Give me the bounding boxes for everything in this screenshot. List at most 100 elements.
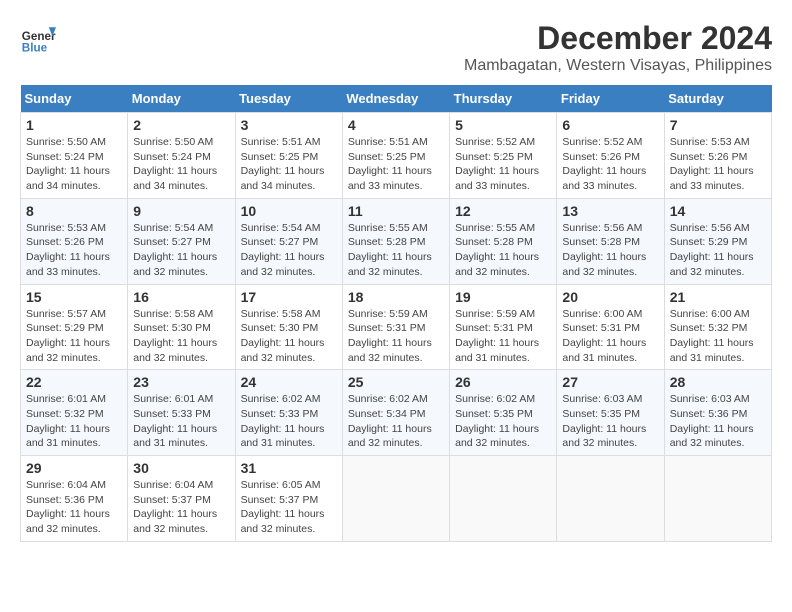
calendar-cell: 3Sunrise: 5:51 AM Sunset: 5:25 PM Daylig…	[235, 113, 342, 199]
calendar-cell	[557, 456, 664, 542]
day-info: Sunrise: 6:01 AM Sunset: 5:33 PM Dayligh…	[133, 392, 229, 451]
day-info: Sunrise: 5:56 AM Sunset: 5:29 PM Dayligh…	[670, 221, 766, 280]
day-info: Sunrise: 6:03 AM Sunset: 5:36 PM Dayligh…	[670, 392, 766, 451]
calendar-cell: 7 Sunrise: 5:53 AM Sunset: 5:26 PM Daylig…	[664, 113, 771, 199]
day-info: Sunrise: 5:59 AM Sunset: 5:31 PM Dayligh…	[455, 307, 551, 366]
day-info: Sunrise: 6:04 AM Sunset: 5:36 PM Dayligh…	[26, 478, 122, 537]
calendar-week-1: 1 Sunrise: 5:50 AM Sunset: 5:24 PM Daylig…	[21, 113, 772, 199]
page-header: General Blue December 2024 Mambagatan, W…	[20, 20, 772, 75]
calendar-cell: 25Sunrise: 6:02 AM Sunset: 5:34 PM Dayli…	[342, 370, 449, 456]
day-info: Sunrise: 5:59 AM Sunset: 5:31 PM Dayligh…	[348, 307, 444, 366]
day-info: Sunrise: 6:03 AM Sunset: 5:35 PM Dayligh…	[562, 392, 658, 451]
weekday-header-saturday: Saturday	[664, 85, 771, 113]
weekday-header-monday: Monday	[128, 85, 235, 113]
logo-icon: General Blue	[20, 20, 56, 56]
day-number: 28	[670, 374, 766, 390]
calendar-cell: 30 Sunrise: 6:04 AM Sunset: 5:37 PM Dayli…	[128, 456, 235, 542]
calendar-cell: 5 Sunrise: 5:52 AM Sunset: 5:25 PM Daylig…	[450, 113, 557, 199]
day-number: 7	[670, 117, 766, 133]
calendar-table: SundayMondayTuesdayWednesdayThursdayFrid…	[20, 85, 772, 542]
day-info: Sunrise: 5:54 AM Sunset: 5:27 PM Dayligh…	[241, 221, 337, 280]
day-info: Sunrise: 5:52 AM Sunset: 5:26 PM Dayligh…	[562, 135, 658, 194]
calendar-cell: 28 Sunrise: 6:03 AM Sunset: 5:36 PM Dayli…	[664, 370, 771, 456]
calendar-week-3: 15Sunrise: 5:57 AM Sunset: 5:29 PM Dayli…	[21, 284, 772, 370]
weekday-header-friday: Friday	[557, 85, 664, 113]
day-number: 31	[241, 460, 337, 476]
calendar-cell: 15Sunrise: 5:57 AM Sunset: 5:29 PM Dayli…	[21, 284, 128, 370]
day-info: Sunrise: 6:05 AM Sunset: 5:37 PM Dayligh…	[241, 478, 337, 537]
day-number: 23	[133, 374, 229, 390]
day-number: 24	[241, 374, 337, 390]
calendar-cell	[450, 456, 557, 542]
calendar-cell: 10Sunrise: 5:54 AM Sunset: 5:27 PM Dayli…	[235, 198, 342, 284]
day-number: 20	[562, 289, 658, 305]
logo: General Blue	[20, 20, 56, 56]
day-info: Sunrise: 5:51 AM Sunset: 5:25 PM Dayligh…	[348, 135, 444, 194]
calendar-week-2: 8Sunrise: 5:53 AM Sunset: 5:26 PM Daylig…	[21, 198, 772, 284]
day-info: Sunrise: 6:00 AM Sunset: 5:32 PM Dayligh…	[670, 307, 766, 366]
calendar-cell	[342, 456, 449, 542]
day-info: Sunrise: 6:02 AM Sunset: 5:35 PM Dayligh…	[455, 392, 551, 451]
calendar-cell: 26Sunrise: 6:02 AM Sunset: 5:35 PM Dayli…	[450, 370, 557, 456]
weekday-header-tuesday: Tuesday	[235, 85, 342, 113]
calendar-cell: 31 Sunrise: 6:05 AM Sunset: 5:37 PM Dayli…	[235, 456, 342, 542]
calendar-cell: 19 Sunrise: 5:59 AM Sunset: 5:31 PM Dayli…	[450, 284, 557, 370]
day-info: Sunrise: 5:54 AM Sunset: 5:27 PM Dayligh…	[133, 221, 229, 280]
day-info: Sunrise: 5:56 AM Sunset: 5:28 PM Dayligh…	[562, 221, 658, 280]
day-number: 12	[455, 203, 551, 219]
calendar-cell: 1 Sunrise: 5:50 AM Sunset: 5:24 PM Daylig…	[21, 113, 128, 199]
calendar-cell: 21 Sunrise: 6:00 AM Sunset: 5:32 PM Dayli…	[664, 284, 771, 370]
calendar-cell: 16Sunrise: 5:58 AM Sunset: 5:30 PM Dayli…	[128, 284, 235, 370]
day-number: 13	[562, 203, 658, 219]
day-info: Sunrise: 5:58 AM Sunset: 5:30 PM Dayligh…	[133, 307, 229, 366]
day-info: Sunrise: 5:51 AM Sunset: 5:25 PM Dayligh…	[241, 135, 337, 194]
day-info: Sunrise: 5:50 AM Sunset: 5:24 PM Dayligh…	[26, 135, 122, 194]
calendar-cell: 11 Sunrise: 5:55 AM Sunset: 5:28 PM Dayli…	[342, 198, 449, 284]
day-info: Sunrise: 5:55 AM Sunset: 5:28 PM Dayligh…	[348, 221, 444, 280]
day-number: 8	[26, 203, 122, 219]
day-number: 2	[133, 117, 229, 133]
day-info: Sunrise: 6:04 AM Sunset: 5:37 PM Dayligh…	[133, 478, 229, 537]
calendar-cell: 9 Sunrise: 5:54 AM Sunset: 5:27 PM Daylig…	[128, 198, 235, 284]
day-number: 11	[348, 203, 444, 219]
calendar-cell: 17 Sunrise: 5:58 AM Sunset: 5:30 PM Dayli…	[235, 284, 342, 370]
month-title: December 2024	[464, 20, 772, 57]
day-number: 5	[455, 117, 551, 133]
day-info: Sunrise: 5:58 AM Sunset: 5:30 PM Dayligh…	[241, 307, 337, 366]
calendar-week-5: 29 Sunrise: 6:04 AM Sunset: 5:36 PM Dayli…	[21, 456, 772, 542]
calendar-cell: 18 Sunrise: 5:59 AM Sunset: 5:31 PM Dayli…	[342, 284, 449, 370]
calendar-cell: 29 Sunrise: 6:04 AM Sunset: 5:36 PM Dayli…	[21, 456, 128, 542]
day-number: 30	[133, 460, 229, 476]
calendar-cell: 27Sunrise: 6:03 AM Sunset: 5:35 PM Dayli…	[557, 370, 664, 456]
day-info: Sunrise: 5:55 AM Sunset: 5:28 PM Dayligh…	[455, 221, 551, 280]
day-number: 21	[670, 289, 766, 305]
day-info: Sunrise: 6:02 AM Sunset: 5:33 PM Dayligh…	[241, 392, 337, 451]
calendar-cell	[664, 456, 771, 542]
day-info: Sunrise: 6:00 AM Sunset: 5:31 PM Dayligh…	[562, 307, 658, 366]
day-number: 9	[133, 203, 229, 219]
day-info: Sunrise: 6:01 AM Sunset: 5:32 PM Dayligh…	[26, 392, 122, 451]
calendar-cell: 4Sunrise: 5:51 AM Sunset: 5:25 PM Daylig…	[342, 113, 449, 199]
day-number: 29	[26, 460, 122, 476]
weekday-header-sunday: Sunday	[21, 85, 128, 113]
day-info: Sunrise: 5:53 AM Sunset: 5:26 PM Dayligh…	[670, 135, 766, 194]
day-number: 6	[562, 117, 658, 133]
calendar-cell: 6 Sunrise: 5:52 AM Sunset: 5:26 PM Daylig…	[557, 113, 664, 199]
weekday-header-wednesday: Wednesday	[342, 85, 449, 113]
calendar-cell: 12 Sunrise: 5:55 AM Sunset: 5:28 PM Dayli…	[450, 198, 557, 284]
day-number: 17	[241, 289, 337, 305]
calendar-cell: 13 Sunrise: 5:56 AM Sunset: 5:28 PM Dayli…	[557, 198, 664, 284]
day-info: Sunrise: 5:50 AM Sunset: 5:24 PM Dayligh…	[133, 135, 229, 194]
calendar-week-4: 22Sunrise: 6:01 AM Sunset: 5:32 PM Dayli…	[21, 370, 772, 456]
day-number: 14	[670, 203, 766, 219]
day-number: 1	[26, 117, 122, 133]
day-info: Sunrise: 5:52 AM Sunset: 5:25 PM Dayligh…	[455, 135, 551, 194]
svg-text:Blue: Blue	[22, 42, 48, 55]
day-number: 19	[455, 289, 551, 305]
calendar-cell: 2 Sunrise: 5:50 AM Sunset: 5:24 PM Daylig…	[128, 113, 235, 199]
day-number: 18	[348, 289, 444, 305]
calendar-cell: 14 Sunrise: 5:56 AM Sunset: 5:29 PM Dayli…	[664, 198, 771, 284]
calendar-header: SundayMondayTuesdayWednesdayThursdayFrid…	[21, 85, 772, 113]
day-info: Sunrise: 6:02 AM Sunset: 5:34 PM Dayligh…	[348, 392, 444, 451]
calendar-cell: 22Sunrise: 6:01 AM Sunset: 5:32 PM Dayli…	[21, 370, 128, 456]
